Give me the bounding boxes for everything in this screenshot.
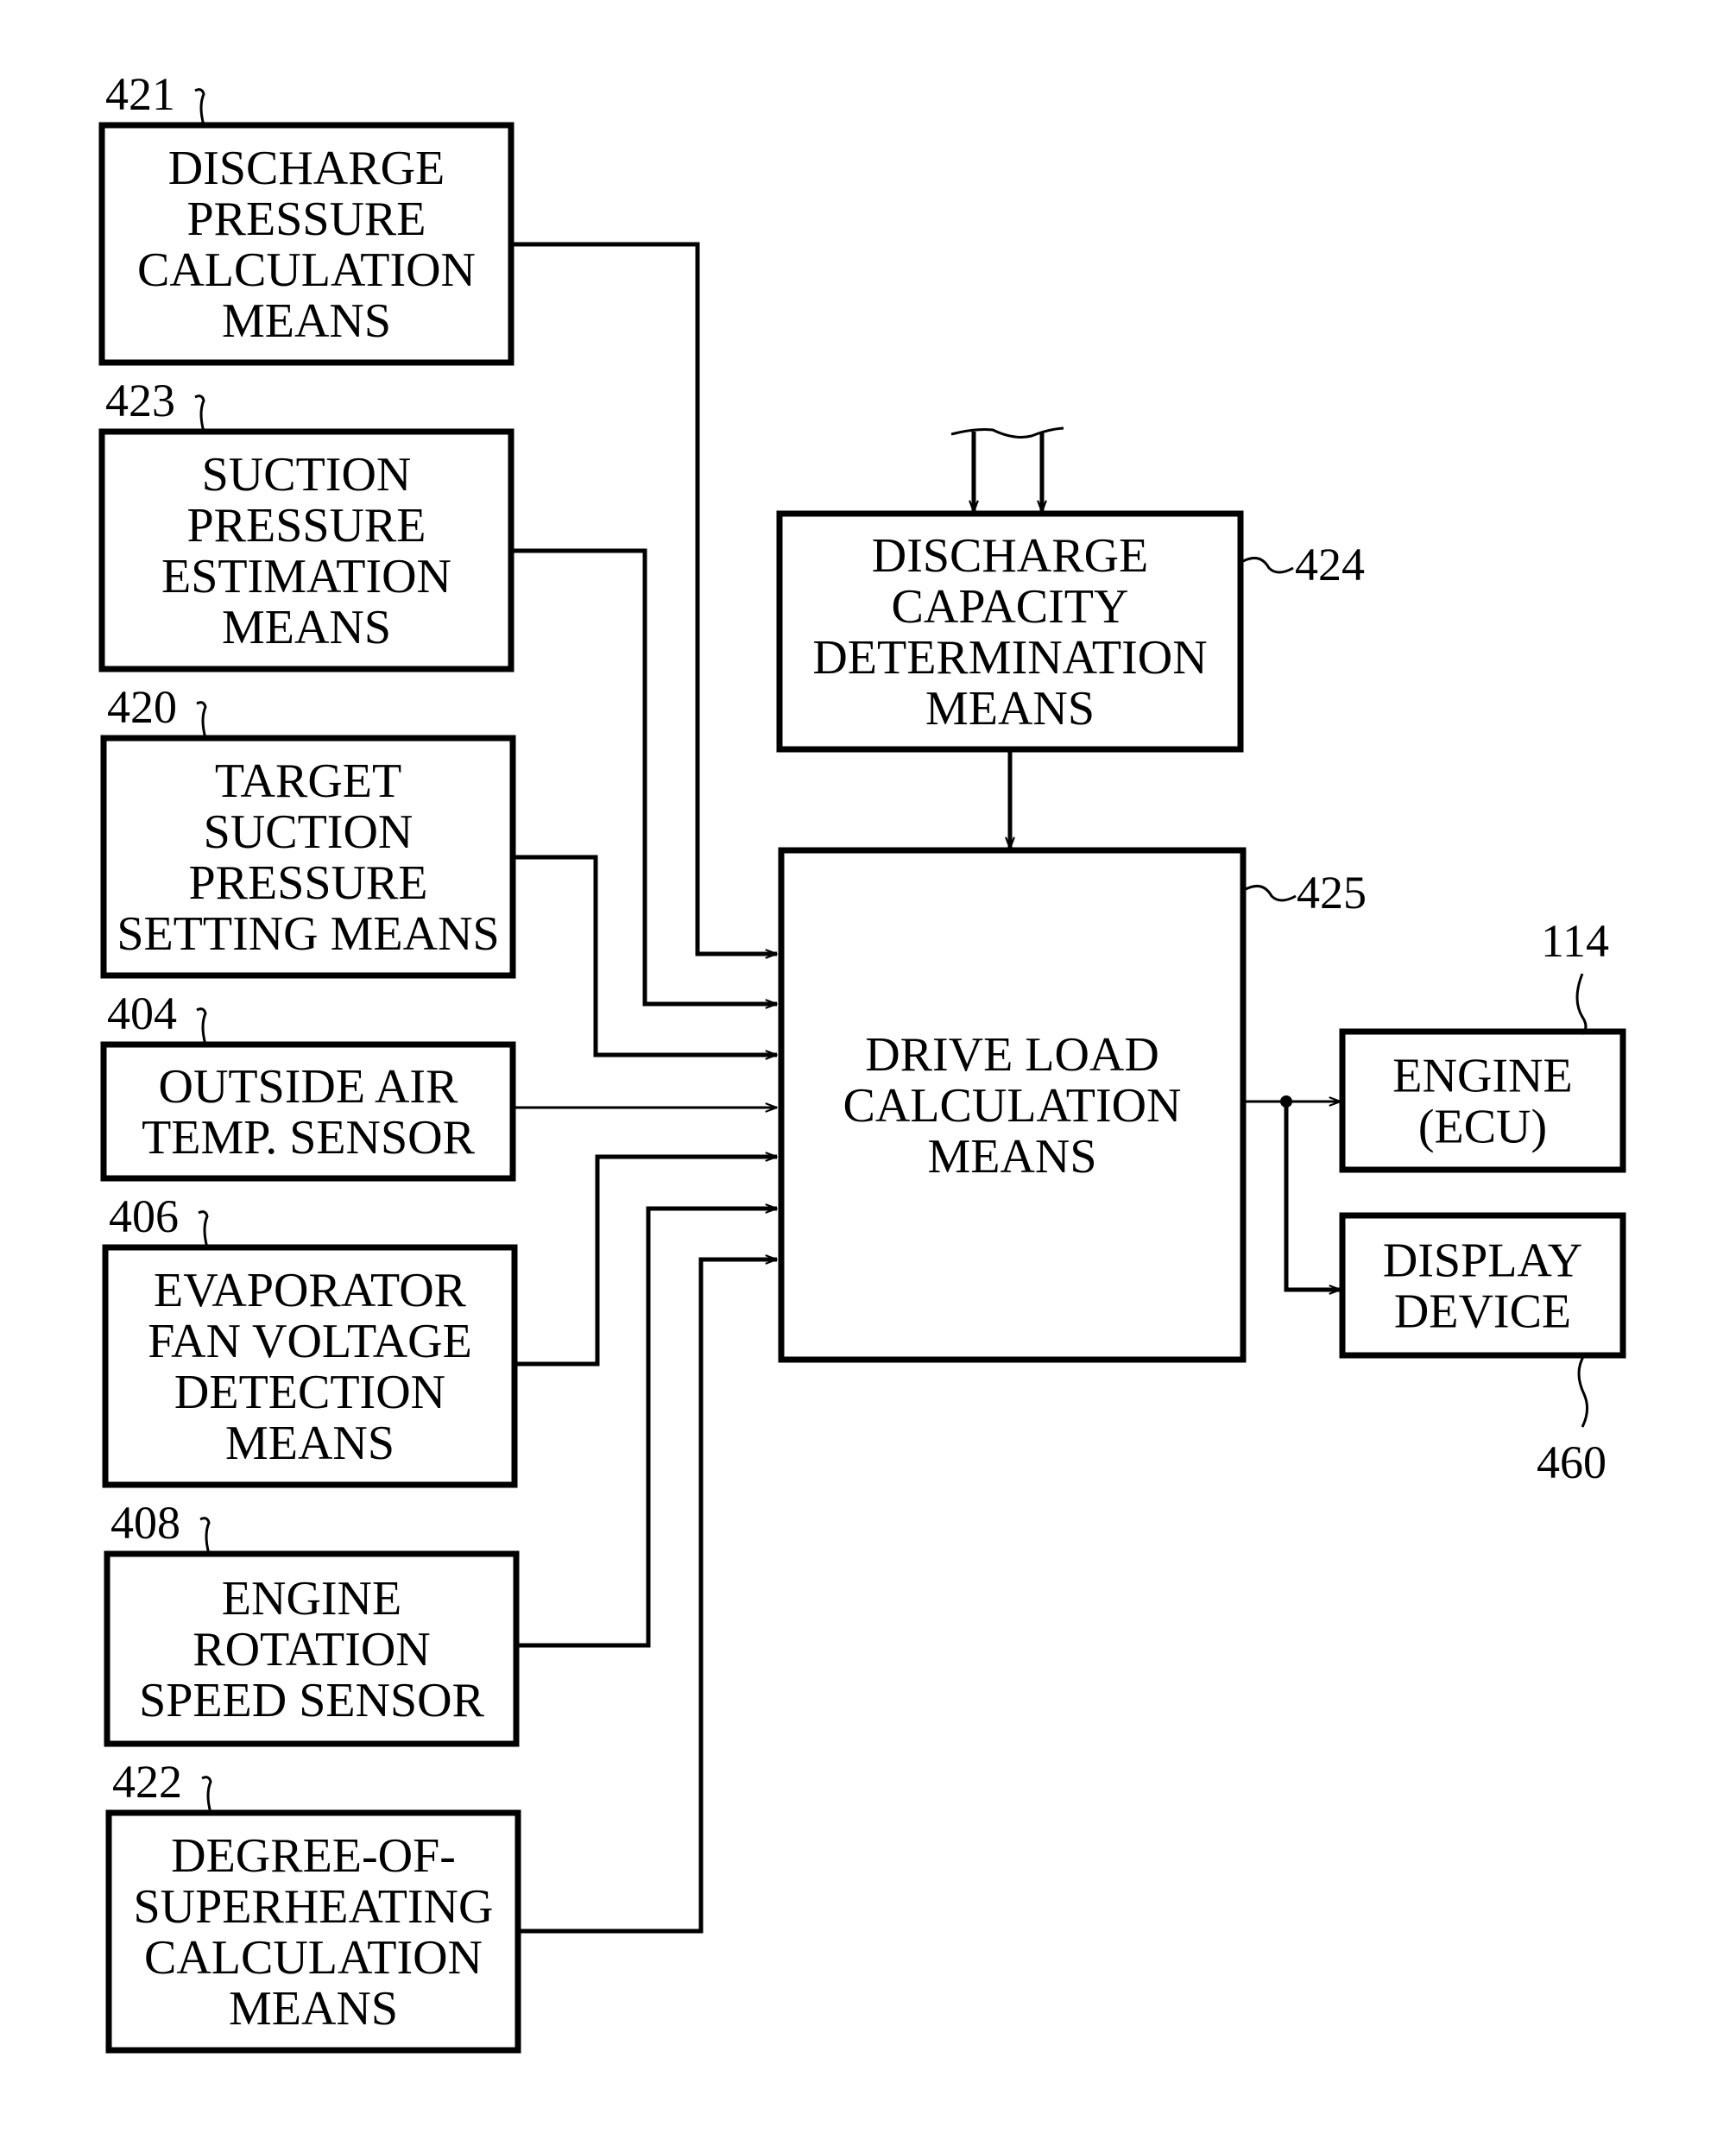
leader-460 <box>1577 1354 1588 1428</box>
ref-421: 421 <box>105 68 175 120</box>
ref-114: 114 <box>1541 915 1609 967</box>
input-box-406-label-line: FAN VOLTAGE <box>148 1315 472 1368</box>
input-box-420-label-line: SUCTION <box>204 805 413 859</box>
leader-408 <box>199 1517 211 1555</box>
input-box-421-label-line: CALCULATION <box>137 243 476 297</box>
ref-422: 422 <box>112 1756 182 1808</box>
engine-box-114-label-line: (ECU) <box>1418 1101 1547 1154</box>
boxes: DISCHARGEPRESSURECALCULATIONMEANSSUCTION… <box>98 122 1626 2054</box>
input-box-408-label-line: SPEED SENSOR <box>139 1674 485 1727</box>
block-diagram: DISCHARGEPRESSURECALCULATIONMEANSSUCTION… <box>98 68 1626 2054</box>
capacity-box-424-label-line: MEANS <box>925 682 1095 735</box>
leader-114 <box>1575 973 1588 1036</box>
input-box-422-label-line: SUPERHEATING <box>134 1880 494 1934</box>
wire-425-to-display <box>1284 1102 1341 1290</box>
input-box-423-label-line: MEANS <box>222 601 391 654</box>
input-box-420-label-line: SETTING MEANS <box>117 907 499 961</box>
drive-load-box-425-label-line: CALCULATION <box>843 1079 1182 1133</box>
leader-425 <box>1245 884 1297 902</box>
leader-404 <box>196 1007 207 1045</box>
drive-load-box-425: DRIVE LOADCALCULATIONMEANS <box>778 847 1247 1363</box>
input-box-408: ENGINEROTATIONSPEED SENSOR <box>104 1550 520 1747</box>
ref-424: 424 <box>1295 539 1365 590</box>
wire-408 <box>514 1209 777 1648</box>
wire-423 <box>511 548 777 1004</box>
break-mark <box>950 426 1064 439</box>
display-box-460-label-line: DEVICE <box>1394 1285 1571 1339</box>
ref-460: 460 <box>1537 1436 1607 1488</box>
input-box-423-label-line: SUCTION <box>202 448 412 502</box>
drive-load-box-425-label-line: DRIVE LOAD <box>865 1028 1159 1082</box>
input-box-423: SUCTIONPRESSUREESTIMATIONMEANS <box>98 428 514 672</box>
input-box-421-label-line: MEANS <box>222 294 391 348</box>
drive-load-box-425-label-line: MEANS <box>927 1130 1096 1184</box>
capacity-box-424-label-line: CAPACITY <box>892 580 1129 634</box>
capacity-box-424-label-line: DETERMINATION <box>812 631 1207 685</box>
input-box-421-label-line: PRESSURE <box>187 193 426 246</box>
input-box-404-label-line: TEMP. SENSOR <box>142 1111 476 1165</box>
leader-421 <box>194 88 205 126</box>
leader-423 <box>194 395 205 432</box>
display-box-460: DISPLAYDEVICE <box>1339 1212 1626 1359</box>
capacity-box-424: DISCHARGECAPACITYDETERMINATIONMEANS <box>776 510 1244 753</box>
input-box-420-label-line: TARGET <box>215 754 401 808</box>
ref-408: 408 <box>110 1497 180 1549</box>
input-box-406-label-line: EVAPORATOR <box>154 1264 467 1317</box>
input-box-422-label-line: CALCULATION <box>144 1931 483 1985</box>
input-box-421: DISCHARGEPRESSURECALCULATIONMEANS <box>98 122 514 366</box>
leader-420 <box>196 701 207 739</box>
leader-422 <box>201 1776 212 1814</box>
input-box-421-label-line: DISCHARGE <box>168 142 445 195</box>
input-box-423-label-line: ESTIMATION <box>161 550 451 603</box>
ref-404: 404 <box>107 988 177 1039</box>
input-box-406-label-line: DETECTION <box>174 1366 445 1419</box>
engine-box-114-label-line: ENGINE <box>1392 1050 1572 1103</box>
input-wires <box>511 242 777 1934</box>
leader-424 <box>1242 556 1294 574</box>
input-box-422: DEGREE-OF-SUPERHEATINGCALCULATIONMEANS <box>105 1809 521 2054</box>
leader-406 <box>198 1210 209 1248</box>
input-box-406-label-line: MEANS <box>225 1417 395 1470</box>
input-box-420: TARGETSUCTIONPRESSURESETTING MEANS <box>100 735 516 979</box>
input-box-408-label-line: ENGINE <box>222 1572 401 1626</box>
input-box-404-label-line: OUTSIDE AIR <box>159 1060 459 1114</box>
input-box-422-label-line: MEANS <box>229 1982 398 2036</box>
capacity-box-424-label-line: DISCHARGE <box>872 529 1148 583</box>
ref-406: 406 <box>109 1190 179 1242</box>
input-box-408-label-line: ROTATION <box>193 1623 431 1676</box>
display-box-460-label-line: DISPLAY <box>1383 1234 1582 1288</box>
output-wires <box>1243 1095 1341 1290</box>
input-box-404: OUTSIDE AIRTEMP. SENSOR <box>100 1041 516 1182</box>
ref-420: 420 <box>107 681 177 733</box>
input-box-406: EVAPORATORFAN VOLTAGEDETECTIONMEANS <box>102 1244 518 1488</box>
input-box-423-label-line: PRESSURE <box>187 499 426 552</box>
ref-423: 423 <box>105 375 175 426</box>
engine-box-114: ENGINE(ECU) <box>1339 1028 1626 1173</box>
ref-425: 425 <box>1297 867 1367 918</box>
input-box-420-label-line: PRESSURE <box>189 856 428 910</box>
input-box-422-label-line: DEGREE-OF- <box>171 1829 456 1883</box>
